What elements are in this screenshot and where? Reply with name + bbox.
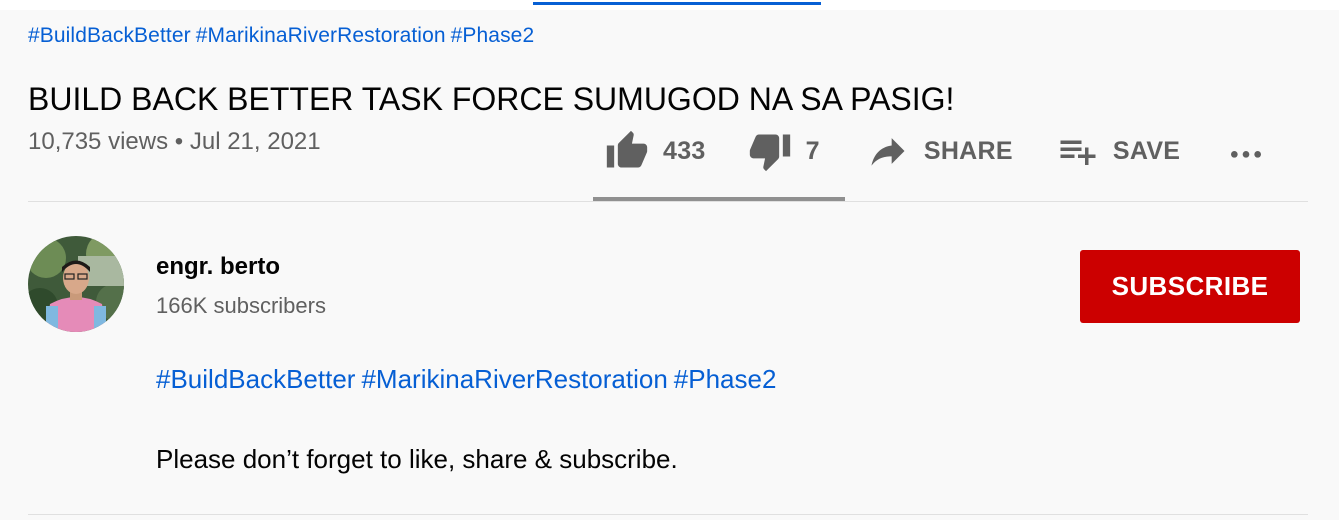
divider xyxy=(28,201,1308,202)
thumbs-up-icon xyxy=(606,130,648,168)
top-link-underline xyxy=(533,2,821,5)
channel-name[interactable]: engr. berto xyxy=(156,253,280,281)
dislike-button[interactable]: 7 xyxy=(748,129,820,173)
meta-separator: • xyxy=(174,128,184,155)
share-label: SHARE xyxy=(923,136,1013,165)
video-meta: 10,735 views • Jul 21, 2021 xyxy=(28,128,321,156)
save-button[interactable]: SAVE xyxy=(1057,130,1180,172)
hashtag-link[interactable]: #BuildBackBetter xyxy=(156,364,355,394)
more-horiz-icon xyxy=(1231,151,1262,158)
subscriber-count: 166K subscribers xyxy=(156,293,326,318)
video-title: BUILD BACK BETTER TASK FORCE SUMUGOD NA … xyxy=(28,81,955,118)
more-actions-button[interactable] xyxy=(1226,131,1266,171)
hashtag-link[interactable]: #MarikinaRiverRestoration xyxy=(361,364,667,394)
avatar-image xyxy=(28,236,124,332)
dislike-count: 7 xyxy=(805,136,820,165)
action-bar: 433 7 SHARE SAVE xyxy=(593,126,1266,176)
channel-avatar[interactable] xyxy=(28,236,124,332)
right-edge xyxy=(1339,0,1343,520)
thumbs-down-icon xyxy=(749,134,790,172)
save-label: SAVE xyxy=(1112,136,1181,165)
description-hashtags: #BuildBackBetter #MarikinaRiverRestoratio… xyxy=(156,364,782,395)
divider xyxy=(28,514,1308,515)
publish-date: Jul 21, 2021 xyxy=(189,128,321,155)
description-text: Please don’t forget to like, share & sub… xyxy=(156,444,678,474)
hashtag-link[interactable]: #BuildBackBetter xyxy=(28,24,191,47)
hashtag-link[interactable]: #MarikinaRiverRestoration xyxy=(196,24,446,47)
video-hashtags: #BuildBackBetter #MarikinaRiverRestoratio… xyxy=(28,24,539,48)
like-button[interactable]: 433 xyxy=(605,129,706,173)
share-arrow-icon xyxy=(871,138,905,166)
hashtag-link[interactable]: #Phase2 xyxy=(451,24,535,47)
like-count: 433 xyxy=(663,136,706,165)
view-count: 10,735 views xyxy=(28,128,169,155)
subscribe-button[interactable]: SUBSCRIBE xyxy=(1080,250,1300,323)
share-button[interactable]: SHARE xyxy=(866,129,1013,173)
playlist-add-icon xyxy=(1060,140,1096,165)
hashtag-link[interactable]: #Phase2 xyxy=(674,364,777,394)
